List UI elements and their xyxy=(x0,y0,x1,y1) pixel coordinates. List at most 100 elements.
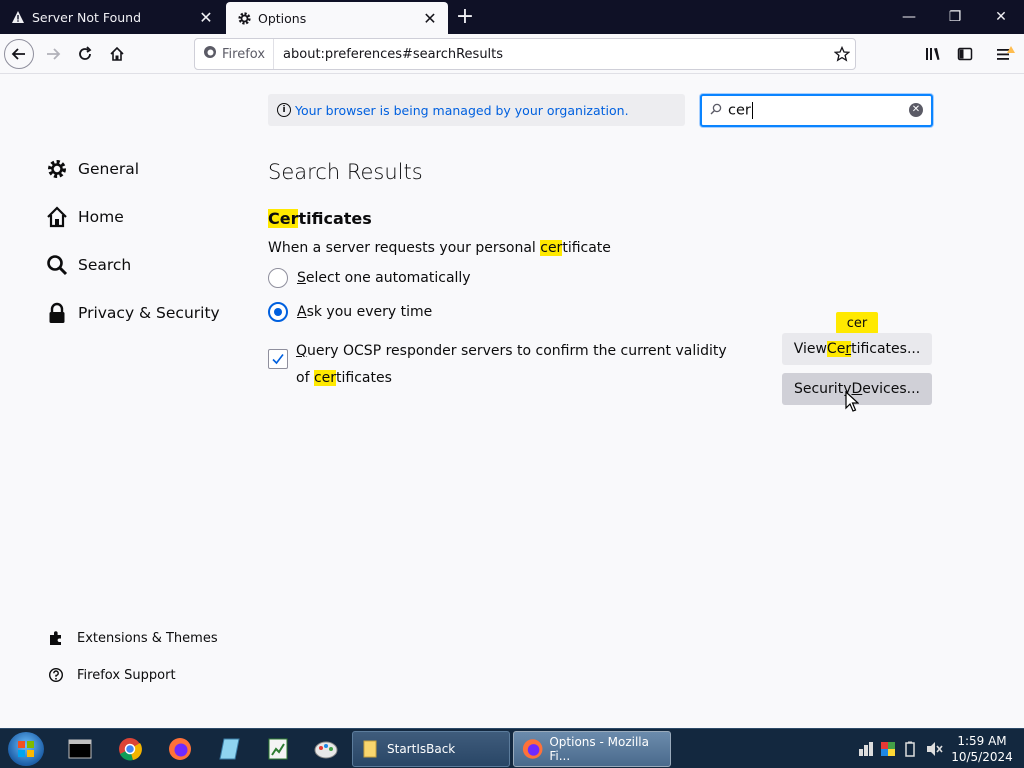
search-icon xyxy=(710,103,722,119)
ocsp-query-checkbox-row[interactable]: Query OCSP responder servers to confirm … xyxy=(268,338,738,392)
spreadsheet-icon[interactable] xyxy=(264,735,292,763)
tab-options[interactable]: Options ✕ xyxy=(226,2,448,34)
taskbar: StartIsBack Options - Mozilla Fi... 1:59… xyxy=(0,728,1024,768)
home-button[interactable] xyxy=(102,39,132,69)
radio-button[interactable] xyxy=(268,268,288,288)
windows-logo-icon xyxy=(18,741,34,757)
taskbar-task-startisback[interactable]: StartIsBack xyxy=(352,731,510,767)
library-icon xyxy=(926,48,940,60)
sidebar-icon xyxy=(957,47,973,61)
new-tab-button[interactable]: + xyxy=(454,6,476,28)
certificate-request-description: When a server requests your personal cer… xyxy=(268,240,611,256)
clear-search-icon[interactable]: ✕ xyxy=(909,103,923,117)
view-certificates-button[interactable]: View Ce r tificates... xyxy=(782,333,932,365)
tab-strip: Server Not Found ✕ Options ✕ + — ❐ ✕ xyxy=(0,0,1024,34)
sidebar-item-label: Home xyxy=(78,208,124,226)
desc-text: tificate xyxy=(562,240,611,256)
btn-text: View xyxy=(793,341,827,357)
sidebar-item-label: General xyxy=(78,160,140,178)
footer-item-label: Extensions & Themes xyxy=(77,630,218,646)
btn-text: Security xyxy=(793,381,852,397)
desc-text: When a server requests your personal xyxy=(268,240,541,256)
app-menu-button[interactable] xyxy=(990,39,1020,69)
network-icon[interactable] xyxy=(858,741,874,757)
task-label: Options - Mozilla Fi... xyxy=(549,735,649,763)
url-text[interactable]: about:preferences#searchResults xyxy=(283,47,829,62)
heading-text: tificates xyxy=(298,209,372,228)
reload-icon xyxy=(79,46,92,60)
managed-notice[interactable]: i Your browser is being managed by your … xyxy=(268,94,685,126)
radio-label: Select one automatically xyxy=(297,270,471,286)
reload-button[interactable] xyxy=(70,39,100,69)
bookmark-star-icon[interactable] xyxy=(829,46,855,62)
identity-box[interactable]: Firefox xyxy=(195,39,275,69)
sidebar-item-home[interactable]: Home xyxy=(46,206,124,228)
extensions-themes-link[interactable]: Extensions & Themes xyxy=(48,630,218,646)
back-arrow-icon xyxy=(11,48,25,60)
ocsp-checkbox[interactable] xyxy=(268,349,288,369)
minimize-button[interactable]: — xyxy=(886,0,932,34)
search-highlight: cer xyxy=(313,370,337,386)
firefox-icon xyxy=(522,739,543,759)
forward-button[interactable] xyxy=(38,39,68,69)
nav-bar: Firefox about:preferences#searchResults xyxy=(0,34,1024,74)
taskbar-task-firefox[interactable]: Options - Mozilla Fi... xyxy=(513,731,671,767)
sidebar-item-general[interactable]: General xyxy=(46,158,139,180)
certificates-section-heading: Certificates xyxy=(268,209,372,228)
sidebar-item-search[interactable]: Search xyxy=(46,254,131,276)
forward-arrow-icon xyxy=(47,48,61,60)
color-display-icon[interactable] xyxy=(880,741,896,757)
select-automatically-radio[interactable]: Select one automatically xyxy=(268,268,471,288)
info-icon: i xyxy=(277,103,291,117)
battery-icon[interactable] xyxy=(904,741,916,757)
preferences-search-input[interactable]: cer ✕ xyxy=(700,94,933,127)
library-button[interactable] xyxy=(918,39,948,69)
sidebar-item-label: Privacy & Security xyxy=(78,304,220,322)
home-icon xyxy=(46,206,68,228)
clock-date: 10/5/2024 xyxy=(951,750,1013,764)
radio-label: Ask you every time xyxy=(297,304,432,320)
label-text: sk you every time xyxy=(306,304,433,320)
ask-every-time-radio[interactable]: Ask you every time xyxy=(268,302,432,322)
paint-icon[interactable] xyxy=(312,735,340,763)
firefox-icon[interactable] xyxy=(166,735,194,763)
sidebar-toggle-button[interactable] xyxy=(950,39,980,69)
clock-time: 1:59 AM xyxy=(957,734,1007,748)
search-highlight: cer xyxy=(540,240,563,256)
radio-button-selected[interactable] xyxy=(268,302,288,322)
label-text: elect one automatically xyxy=(305,270,471,286)
volume-muted-icon[interactable] xyxy=(926,741,944,757)
start-button[interactable] xyxy=(8,732,44,766)
identity-label: Firefox xyxy=(222,46,266,62)
close-tab-icon[interactable]: ✕ xyxy=(420,8,440,28)
hamburger-menu-icon xyxy=(997,46,1015,60)
puzzle-icon xyxy=(48,630,64,646)
close-tab-icon[interactable]: ✕ xyxy=(196,7,216,27)
terminal-icon[interactable] xyxy=(66,735,94,763)
restore-button[interactable]: ❐ xyxy=(932,0,978,34)
search-input-value: cer xyxy=(728,102,751,119)
search-icon xyxy=(46,254,68,276)
back-button[interactable] xyxy=(4,39,34,69)
gear-icon xyxy=(236,10,252,26)
gear-icon xyxy=(46,158,68,180)
tab-title: Server Not Found xyxy=(32,9,142,25)
chrome-icon[interactable] xyxy=(116,735,144,763)
help-icon xyxy=(48,667,64,683)
system-clock[interactable]: 1:59 AM 10/5/2024 xyxy=(950,733,1014,765)
firefox-support-link[interactable]: Firefox Support xyxy=(48,667,176,683)
warning-icon xyxy=(10,9,26,25)
sidebar-item-label: Search xyxy=(78,256,132,274)
access-key: A xyxy=(297,304,307,320)
footer-item-label: Firefox Support xyxy=(77,667,176,683)
window-close-button[interactable]: ✕ xyxy=(978,0,1024,34)
search-match-tooltip: cer xyxy=(836,312,878,334)
sidebar-item-privacy-security[interactable]: Privacy & Security xyxy=(46,302,220,324)
tab-server-not-found[interactable]: Server Not Found ✕ xyxy=(0,0,224,34)
text-caret xyxy=(751,102,753,119)
lock-icon xyxy=(46,302,68,324)
url-bar[interactable]: Firefox about:preferences#searchResults xyxy=(194,38,856,70)
tab-title: Options xyxy=(258,10,307,26)
firefox-logo-icon xyxy=(203,45,217,63)
notepad-icon[interactable] xyxy=(216,735,244,763)
